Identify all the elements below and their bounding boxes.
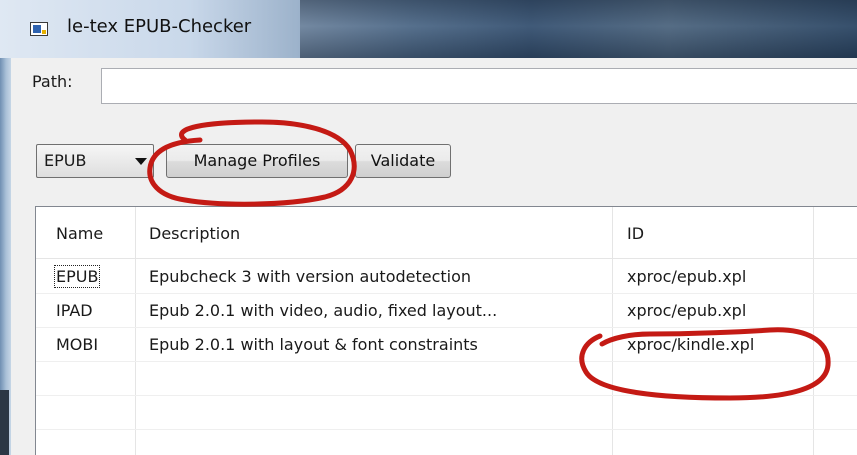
header-name[interactable]: Name: [56, 224, 103, 243]
table-header: Name Description ID: [36, 207, 857, 259]
path-input[interactable]: [101, 68, 857, 104]
table-row[interactable]: MOBI Epub 2.0.1 with layout & font const…: [36, 327, 857, 361]
title-bar[interactable]: le-tex EPUB-Checker: [0, 0, 857, 58]
row-id-cell: xproc/epub.xpl: [627, 301, 747, 320]
row-name-cell: MOBI: [56, 335, 99, 354]
app-window-icon: [30, 22, 48, 36]
row-description-cell: Epub 2.0.1 with video, audio, fixed layo…: [149, 301, 498, 320]
row-name-cell: EPUB: [53, 265, 101, 288]
validate-button[interactable]: Validate: [355, 144, 451, 178]
table-row[interactable]: IPAD Epub 2.0.1 with video, audio, fixed…: [36, 293, 857, 327]
header-id[interactable]: ID: [627, 224, 644, 243]
window-border-shadow: [0, 390, 9, 455]
manage-profiles-button[interactable]: Manage Profiles: [166, 144, 348, 178]
table-row[interactable]: EPUB Epubcheck 3 with version autodetect…: [36, 259, 857, 293]
window-title: le-tex EPUB-Checker: [67, 16, 252, 37]
profile-select-value: EPUB: [44, 151, 87, 170]
row-id-cell: xproc/kindle.xpl: [627, 335, 755, 354]
row-name-cell: IPAD: [56, 301, 93, 320]
path-label: Path:: [32, 72, 73, 91]
row-description-cell: Epub 2.0.1 with layout & font constraint…: [149, 335, 478, 354]
row-id-cell: xproc/epub.xpl: [627, 267, 747, 286]
header-description[interactable]: Description: [149, 224, 240, 243]
app-window: le-tex EPUB-Checker Path: EPUB Manage Pr…: [0, 0, 857, 455]
profiles-table[interactable]: Name Description ID EPUB Epubcheck 3 wit…: [35, 206, 857, 455]
dropdown-arrow-icon[interactable]: [135, 158, 147, 165]
profile-select[interactable]: EPUB: [36, 144, 154, 178]
row-description-cell: Epubcheck 3 with version autodetection: [149, 267, 472, 286]
